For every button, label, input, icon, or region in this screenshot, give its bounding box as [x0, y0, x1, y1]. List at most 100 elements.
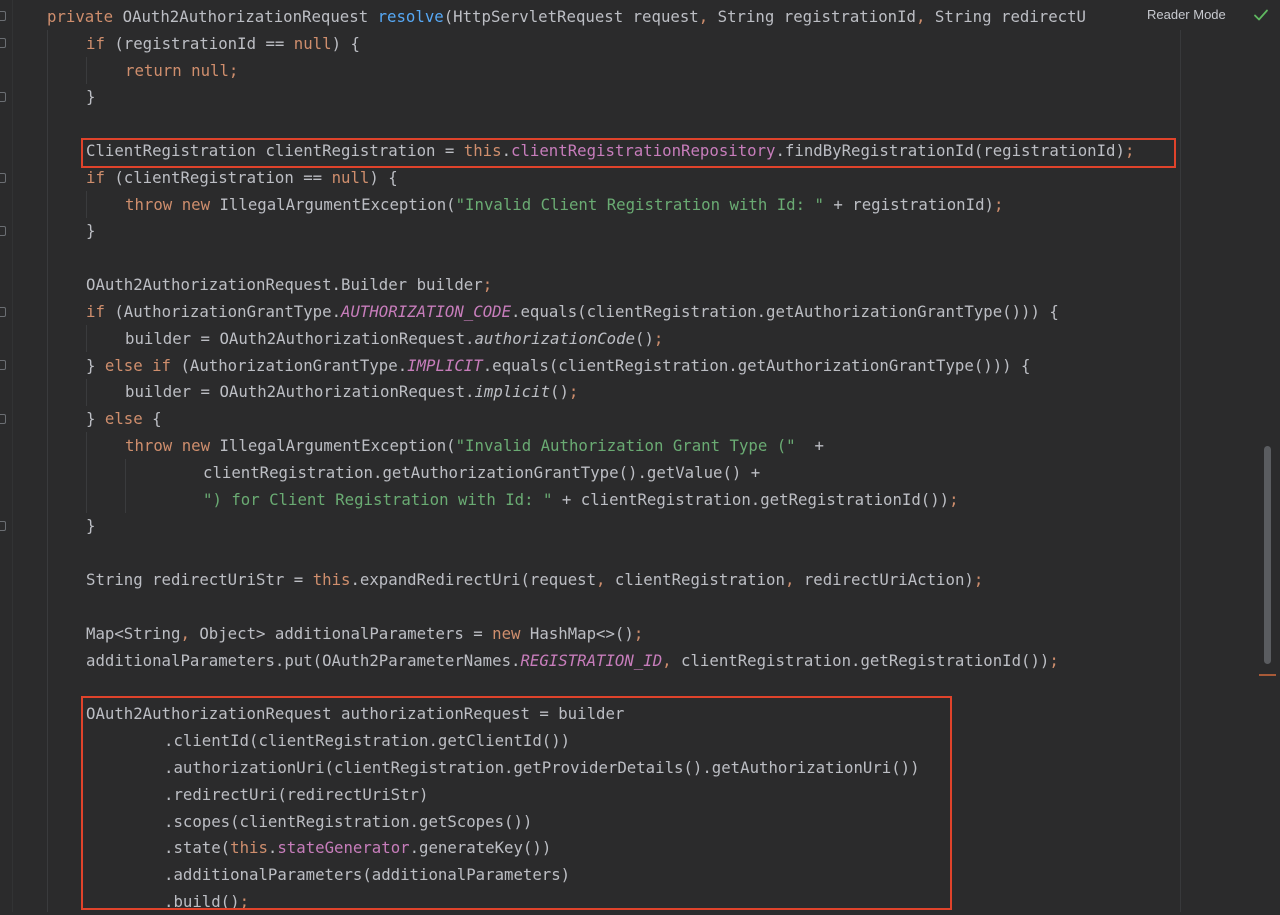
code-line-22: String redirectUriStr = this.expandRedir…: [86, 566, 983, 593]
code-token: IllegalArgumentException(: [219, 436, 456, 455]
string-literal: "Invalid Client Registration with Id: ": [455, 195, 824, 214]
code-token: builder = OAuth2AuthorizationRequest.: [125, 382, 475, 401]
code-line-24: Map<String, Object> additionalParameters…: [86, 620, 643, 647]
indent-guide: [86, 57, 87, 84]
code-line-25: additionalParameters.put(OAuth2Parameter…: [86, 647, 1059, 674]
code-token: HashMap<>(): [520, 624, 634, 643]
code-token: }: [86, 409, 105, 428]
code-token: }: [86, 516, 96, 535]
string-literal: "Invalid Authorization Grant Type (": [455, 436, 796, 455]
code-token: +: [795, 436, 824, 455]
code-token: redirectUriAction): [794, 570, 974, 589]
return-type: OAuth2AuthorizationRequest: [122, 7, 369, 26]
keyword: private: [47, 7, 114, 26]
indent-guide: [86, 379, 87, 406]
keyword: else: [104, 409, 143, 428]
static-method: authorizationCode: [474, 329, 636, 348]
code-token: {: [142, 409, 162, 428]
code-token: }: [86, 221, 96, 240]
punctuation: ,: [915, 7, 926, 26]
punctuation: ;: [993, 195, 1004, 214]
constant: IMPLICIT: [407, 356, 483, 375]
punctuation: ;: [568, 382, 579, 401]
punctuation: ;: [973, 570, 984, 589]
indent-guide: [47, 30, 48, 912]
code-token: String redirectUriStr =: [86, 570, 313, 589]
code-token: (): [635, 329, 654, 348]
vertical-scrollbar[interactable]: [1264, 446, 1271, 664]
string-literal: ") for Client Registration with Id: ": [203, 490, 553, 509]
code-line-8: throw new IllegalArgumentException("Inva…: [125, 191, 1003, 218]
code-token: + clientRegistration.getRegistrationId()…: [552, 490, 950, 509]
code-line-3: return null;: [125, 57, 238, 84]
code-line-9: }: [86, 217, 95, 244]
code-line-15: builder = OAuth2AuthorizationRequest.imp…: [125, 378, 578, 405]
code-token: (registrationId ==: [114, 34, 294, 53]
indent-guide: [86, 325, 87, 352]
code-token: .expandRedirectUri(request: [350, 570, 597, 589]
code-line-13: builder = OAuth2AuthorizationRequest.aut…: [125, 325, 663, 352]
code-line-2: if (registrationId == null) {: [86, 30, 360, 57]
code-token: }: [86, 87, 96, 106]
code-line-16: } else {: [86, 405, 162, 432]
code-token: ) {: [331, 34, 360, 53]
keyword: new: [181, 436, 211, 455]
punctuation: ;: [633, 624, 644, 643]
code-token: clientRegistration: [605, 570, 785, 589]
method-name: resolve: [377, 7, 444, 26]
code-editor[interactable]: private OAuth2AuthorizationRequest resol…: [0, 0, 1180, 912]
static-method: implicit: [474, 382, 551, 401]
keyword: throw: [125, 436, 173, 455]
code-token: .equals(clientRegistration.getAuthorizat…: [482, 356, 1031, 375]
code-token: (HttpServletRequest request: [443, 7, 699, 26]
punctuation: ,: [784, 570, 795, 589]
constant: REGISTRATION_ID: [520, 651, 663, 670]
highlight-box-builder-chain: [81, 696, 952, 910]
code-token: clientRegistration.getRegistrationId()): [671, 651, 1050, 670]
indent-guide: [125, 459, 126, 513]
code-token: .equals(clientRegistration.getAuthorizat…: [511, 302, 1059, 321]
code-token: + registrationId): [823, 195, 994, 214]
code-token: Object> additionalParameters =: [189, 624, 493, 643]
code-token: }: [86, 356, 105, 375]
keyword: throw: [125, 195, 173, 214]
scrollbar-marker: [1259, 674, 1276, 676]
punctuation: ;: [1049, 651, 1059, 670]
code-line-14: } else if (AuthorizationGrantType.IMPLIC…: [86, 352, 1031, 379]
code-token: (clientRegistration ==: [114, 168, 332, 187]
keyword: null: [191, 61, 229, 80]
punctuation: ;: [482, 275, 493, 294]
code-token: IllegalArgumentException(: [219, 195, 456, 214]
code-token: String registrationId: [717, 7, 916, 26]
right-margin-guide: [1180, 30, 1181, 912]
keyword: if: [86, 302, 105, 321]
indent-guide: [86, 191, 87, 218]
code-token: additionalParameters.put(OAuth2Parameter…: [86, 651, 521, 670]
punctuation: ,: [180, 624, 190, 643]
keyword: if: [86, 34, 105, 53]
keyword: new: [181, 195, 211, 214]
indent-guide: [86, 432, 87, 513]
code-line-12: if (AuthorizationGrantType.AUTHORIZATION…: [86, 298, 1059, 325]
punctuation: ,: [662, 651, 672, 670]
code-token: String redirectU: [934, 7, 1087, 26]
code-token: ) {: [369, 168, 398, 187]
code-line-18: clientRegistration.getAuthorizationGrant…: [203, 459, 760, 486]
check-icon[interactable]: [1252, 6, 1270, 24]
code-line-17: throw new IllegalArgumentException("Inva…: [125, 432, 824, 459]
code-token: Map<String: [86, 624, 181, 643]
punctuation: ;: [228, 61, 239, 80]
code-token: OAuth2AuthorizationRequest.Builder build…: [86, 275, 483, 294]
code-line-1: private OAuth2AuthorizationRequest resol…: [47, 3, 1086, 30]
keyword: return: [125, 61, 182, 80]
keyword: null: [331, 168, 370, 187]
keyword: else if: [104, 356, 172, 375]
code-token: clientRegistration.getAuthorizationGrant…: [203, 463, 761, 482]
reader-mode-button[interactable]: Reader Mode: [1147, 6, 1226, 24]
code-line-20: }: [86, 512, 95, 539]
code-line-4: }: [86, 83, 95, 110]
constant: AUTHORIZATION_CODE: [341, 302, 512, 321]
keyword: new: [492, 624, 521, 643]
highlight-box-find-registration: [81, 138, 1176, 168]
code-token: (): [550, 382, 569, 401]
